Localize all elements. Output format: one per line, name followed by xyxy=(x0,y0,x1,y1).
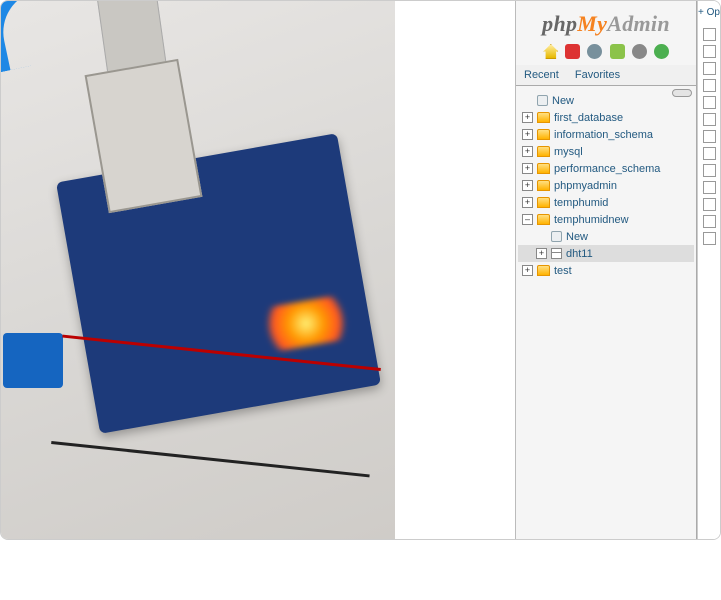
docs-icon[interactable] xyxy=(610,44,625,59)
tree-label: first_database xyxy=(554,112,623,124)
home-icon[interactable] xyxy=(543,44,558,59)
expand-icon[interactable]: + xyxy=(522,112,533,123)
tree-label: New xyxy=(552,95,574,107)
tree-label: information_schema xyxy=(554,129,653,141)
tree-db-information_schema[interactable]: + information_schema xyxy=(518,126,694,143)
tree-label: mysql xyxy=(554,146,583,158)
spacer xyxy=(395,1,515,539)
tab-recent[interactable]: Recent xyxy=(516,65,567,85)
help-icon[interactable] xyxy=(587,44,602,59)
table-icon xyxy=(551,248,562,259)
tree-db-mysql[interactable]: + mysql xyxy=(518,143,694,160)
database-tree: New + first_database + information_schem… xyxy=(516,86,696,539)
dht11-sensor xyxy=(3,333,63,388)
column-checkbox[interactable] xyxy=(703,181,716,194)
tree-label: dht11 xyxy=(566,248,593,260)
column-checkbox[interactable] xyxy=(703,28,716,41)
options-strip: + Op xyxy=(697,1,720,539)
database-icon xyxy=(537,163,550,174)
new-icon xyxy=(537,95,548,106)
column-checkbox[interactable] xyxy=(703,198,716,211)
database-icon xyxy=(537,214,550,225)
expand-icon[interactable]: + xyxy=(522,265,533,276)
tree-label: test xyxy=(554,265,572,277)
expand-icon[interactable]: + xyxy=(522,146,533,157)
sql-icon[interactable] xyxy=(565,44,580,59)
database-icon xyxy=(537,265,550,276)
column-checkbox[interactable] xyxy=(703,215,716,228)
toolbar xyxy=(516,41,696,65)
tree-label: New xyxy=(566,231,588,243)
options-link[interactable]: + Op xyxy=(698,5,720,24)
expand-icon[interactable]: + xyxy=(522,163,533,174)
column-checkbox[interactable] xyxy=(703,113,716,126)
expand-icon[interactable]: + xyxy=(522,129,533,140)
tree-db-temphumid[interactable]: + temphumid xyxy=(518,194,694,211)
tree-db-temphumidnew[interactable]: – temphumidnew xyxy=(518,211,694,228)
expand-icon[interactable]: + xyxy=(536,248,547,259)
logo-text-admin: Admin xyxy=(607,11,670,36)
logo-text-my: My xyxy=(577,11,607,36)
tab-favorites[interactable]: Favorites xyxy=(567,65,628,85)
column-checkbox[interactable] xyxy=(703,232,716,245)
tree-label: phpmyadmin xyxy=(554,180,617,192)
collapse-icon[interactable]: – xyxy=(522,214,533,225)
database-icon xyxy=(537,129,550,140)
database-icon xyxy=(537,197,550,208)
database-icon xyxy=(537,180,550,191)
tree-db-performance_schema[interactable]: + performance_schema xyxy=(518,160,694,177)
collapse-panel-button[interactable] xyxy=(672,89,692,97)
settings-icon[interactable] xyxy=(632,44,647,59)
database-icon xyxy=(537,112,550,123)
tree-label: performance_schema xyxy=(554,163,660,175)
column-checkbox[interactable] xyxy=(703,147,716,160)
new-icon xyxy=(551,231,562,242)
nav-tabs: Recent Favorites xyxy=(516,65,696,86)
column-checkbox[interactable] xyxy=(703,96,716,109)
hardware-photo xyxy=(1,1,395,539)
expand-icon[interactable]: + xyxy=(522,197,533,208)
tree-new-table[interactable]: New xyxy=(518,228,694,245)
navigation-sidebar: phpMyAdmin Recent Favorites New xyxy=(516,1,697,539)
phpmyadmin-panel: phpMyAdmin Recent Favorites New xyxy=(515,1,720,539)
tree-db-phpmyadmin[interactable]: + phpmyadmin xyxy=(518,177,694,194)
column-checkbox[interactable] xyxy=(703,45,716,58)
logo-text-php: php xyxy=(542,11,577,36)
reload-icon[interactable] xyxy=(654,44,669,59)
column-checkbox[interactable] xyxy=(703,79,716,92)
app-root: phpMyAdmin Recent Favorites New xyxy=(0,0,721,540)
phpmyadmin-logo[interactable]: phpMyAdmin xyxy=(516,1,696,41)
expand-icon[interactable]: + xyxy=(522,180,533,191)
column-checkbox[interactable] xyxy=(703,164,716,177)
tree-db-first_database[interactable]: + first_database xyxy=(518,109,694,126)
tree-new-database[interactable]: New xyxy=(518,92,694,109)
database-icon xyxy=(537,146,550,157)
tree-label: temphumid xyxy=(554,197,608,209)
column-checkbox[interactable] xyxy=(703,130,716,143)
tree-db-test[interactable]: + test xyxy=(518,262,694,279)
tree-table-dht11[interactable]: + dht11 xyxy=(518,245,694,262)
tree-label: temphumidnew xyxy=(554,214,629,226)
column-checkbox[interactable] xyxy=(703,62,716,75)
